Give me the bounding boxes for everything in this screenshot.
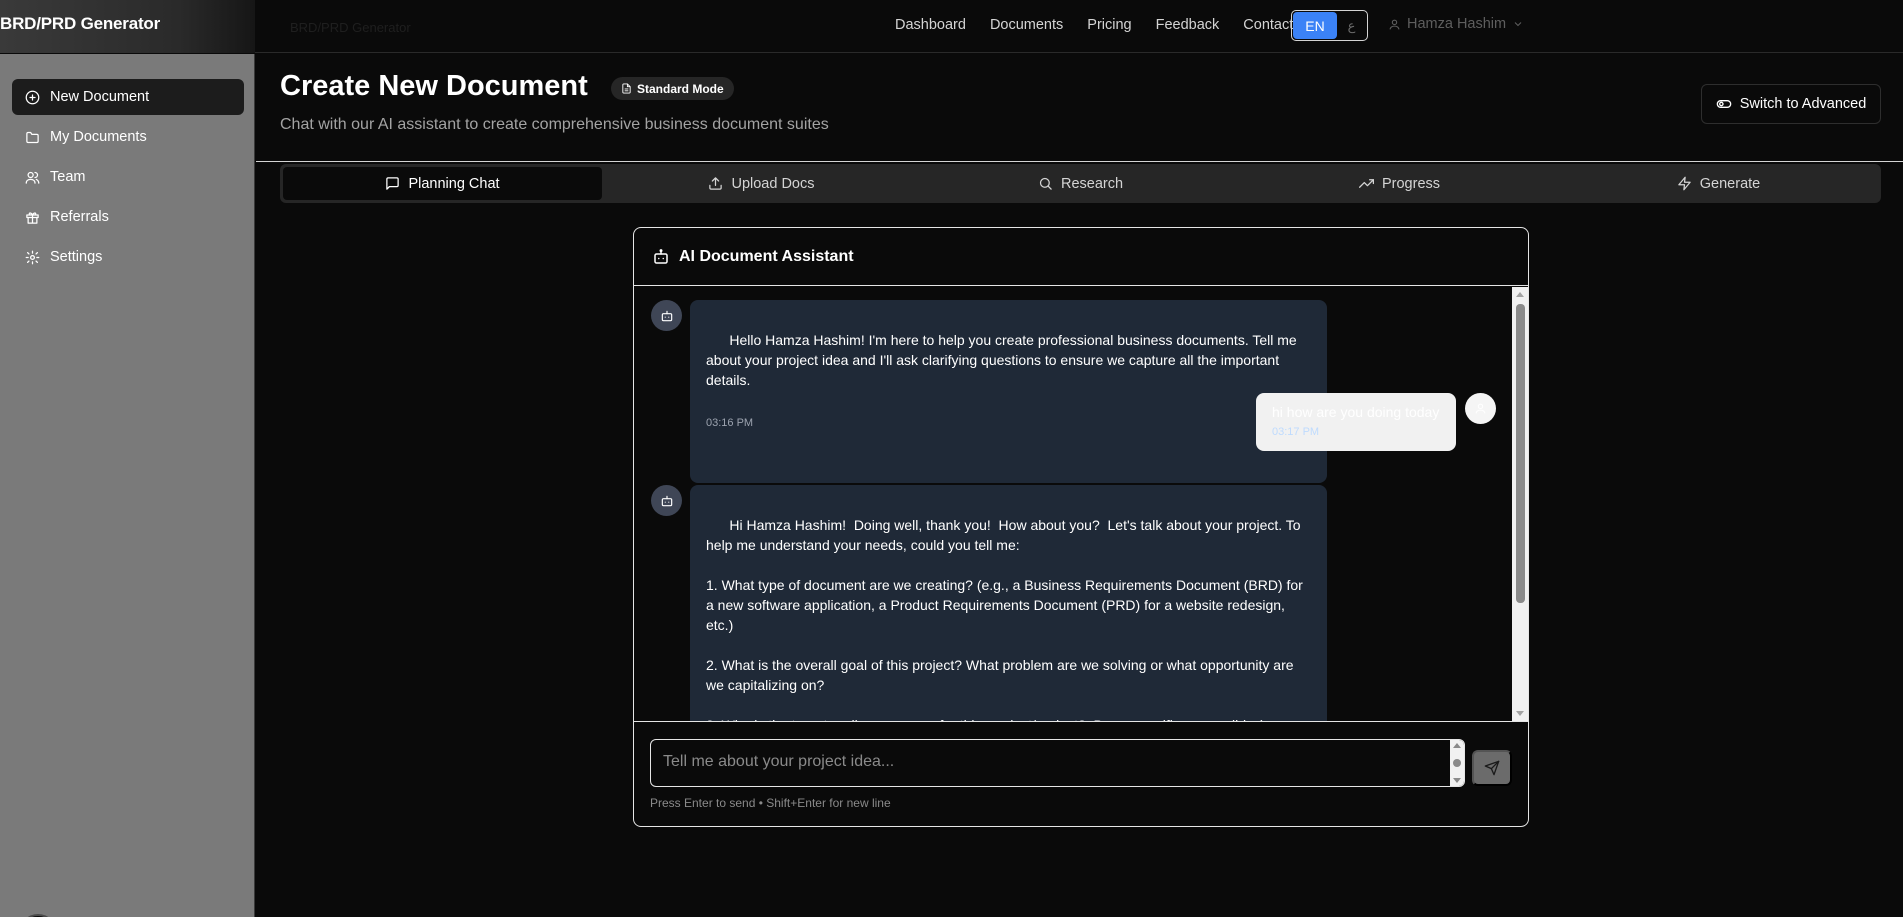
trending-up-icon [1358, 179, 1374, 188]
tab-upload-docs[interactable]: Upload Docs [602, 167, 921, 200]
nav-link-pricing[interactable]: Pricing [1087, 17, 1131, 33]
message-square-icon [386, 177, 400, 190]
user-menu[interactable]: Hamza Hashim [1388, 16, 1524, 32]
brand-ghost-text: BRD/PRD Generator [290, 20, 411, 35]
tab-generate[interactable]: Generate [1559, 167, 1878, 200]
tab-label: Progress [1381, 175, 1441, 192]
nav-link-contact[interactable]: Contact [1243, 17, 1293, 33]
tab-progress[interactable]: Progress [1240, 167, 1559, 200]
top-navbar: BRD/PRD Generator BRD/PRD Generator Dash… [0, 0, 1903, 53]
brand-logo[interactable]: BRD/PRD Generator [0, 14, 160, 34]
sidebar-item-team[interactable]: Team [12, 159, 244, 195]
zap-icon [1678, 176, 1691, 191]
main-nav: Dashboard Documents Pricing Feedback Con… [895, 17, 1317, 33]
messages-scrollbar[interactable] [1512, 287, 1528, 721]
scroll-down-arrow[interactable] [1516, 711, 1524, 716]
lang-en-button[interactable]: EN [1293, 12, 1337, 39]
send-button[interactable] [1472, 750, 1512, 786]
sidebar-item-my-documents[interactable]: My Documents [12, 119, 244, 155]
page-subtitle: Chat with our AI assistant to create com… [280, 116, 829, 133]
plus-circle-icon [25, 90, 40, 104]
sidebar-item-settings[interactable]: Settings [12, 239, 244, 275]
message-time: 03:16 PM [706, 417, 754, 429]
chat-card: AI Document Assistant Hello Hamza Hashim… [633, 227, 1529, 827]
sidebar-item-label: Referrals [50, 209, 109, 225]
file-text-icon [622, 83, 631, 94]
bot-icon [654, 248, 668, 264]
tab-research[interactable]: Research [921, 167, 1240, 200]
toggle-icon [1716, 100, 1732, 108]
search-icon [1039, 177, 1052, 190]
tab-label: Research [1060, 175, 1124, 192]
chevron-down-icon [1514, 22, 1522, 27]
workflow-tabs: Planning Chat Upload Docs Research Progr… [280, 164, 1881, 203]
user-name: Hamza Hashim [1407, 16, 1507, 32]
chat-title: AI Document Assistant [679, 247, 854, 265]
switch-to-advanced-label: Switch to Advanced [1739, 96, 1867, 112]
send-icon [1484, 760, 1500, 776]
users-icon [25, 171, 40, 184]
folder-icon [26, 131, 39, 143]
assistant-avatar [651, 300, 682, 331]
bot-icon [661, 495, 672, 506]
tab-planning-chat[interactable]: Planning Chat [283, 167, 602, 200]
language-toggle: EN ع [1291, 10, 1368, 41]
user-icon [1475, 403, 1486, 414]
mode-badge: Standard Mode [611, 77, 734, 100]
message-text: hi how are you doing today [1272, 404, 1440, 420]
scroll-up-arrow[interactable] [1516, 292, 1524, 297]
sidebar-item-label: Team [50, 169, 86, 185]
tab-label: Generate [1699, 175, 1761, 192]
sidebar-item-new-document[interactable]: New Document [12, 79, 244, 115]
nav-link-documents[interactable]: Documents [990, 17, 1063, 33]
sidebar-item-referrals[interactable]: Referrals [12, 199, 244, 235]
sidebar-item-label: Settings [50, 249, 103, 265]
chat-input[interactable] [650, 739, 1465, 787]
nav-link-feedback[interactable]: Feedback [1156, 17, 1220, 33]
page-title: Create New Document [280, 70, 588, 102]
bot-icon [661, 310, 672, 321]
assistant-avatar [651, 485, 682, 516]
tab-label: Planning Chat [408, 175, 500, 192]
lang-ar-button[interactable]: ع [1337, 18, 1366, 34]
scroll-thumb[interactable] [1516, 304, 1525, 603]
switch-to-advanced-button[interactable]: Switch to Advanced [1701, 84, 1881, 124]
message-time: 03:17 PM [1272, 426, 1320, 438]
sidebar: New Document My Documents Team Referrals… [0, 54, 255, 917]
assistant-message: Hi Hamza Hashim! Doing well, thank you! … [690, 485, 1327, 721]
user-avatar [1465, 393, 1496, 424]
header-divider [256, 161, 1903, 162]
user-message: hi how are you doing today 03:17 PM [1256, 393, 1456, 451]
gift-icon [26, 211, 39, 224]
tab-label: Upload Docs [731, 175, 815, 192]
message-list[interactable]: Hello Hamza Hashim! I'm here to help you… [634, 287, 1512, 721]
user-icon [1389, 19, 1400, 29]
sidebar-item-label: New Document [50, 89, 150, 105]
input-divider [634, 721, 1528, 722]
input-hint: Press Enter to send • Shift+Enter for ne… [650, 796, 891, 810]
mode-badge-label: Standard Mode [637, 81, 724, 96]
nav-link-dashboard[interactable]: Dashboard [895, 17, 966, 33]
chat-card-header: AI Document Assistant [634, 228, 1528, 286]
assistant-message: Hello Hamza Hashim! I'm here to help you… [690, 300, 1327, 483]
message-text: Hi Hamza Hashim! Doing well, thank you! … [706, 517, 1303, 721]
message-text: Hello Hamza Hashim! I'm here to help you… [706, 332, 1301, 388]
sidebar-item-label: My Documents [50, 129, 147, 145]
gear-icon [25, 250, 40, 264]
input-scrollbar[interactable] [1450, 740, 1464, 786]
upload-icon [709, 177, 723, 190]
